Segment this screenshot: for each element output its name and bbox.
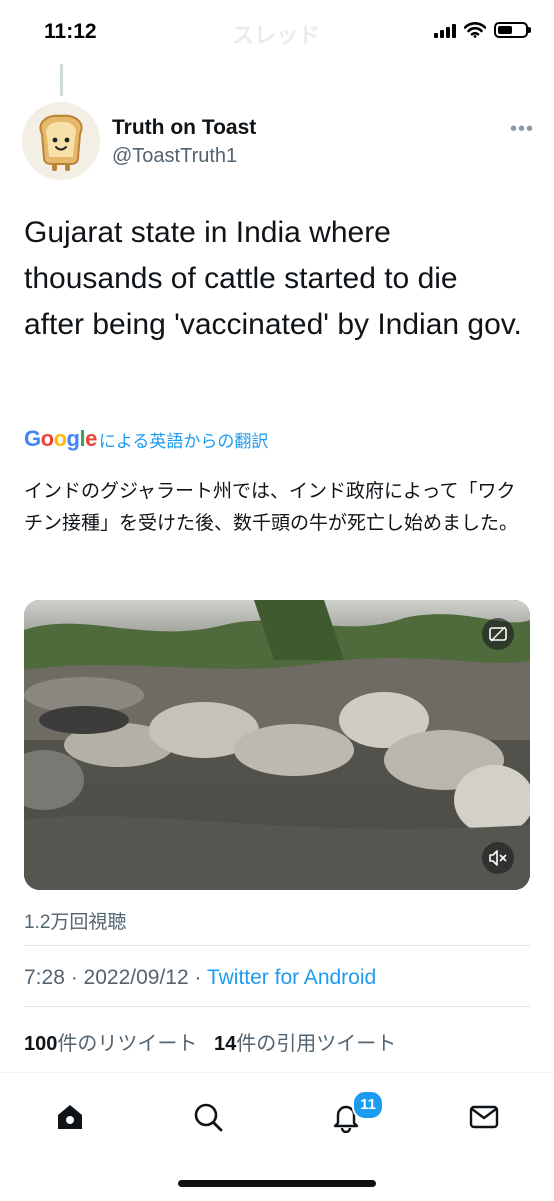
- tweet-timestamp: 7:28 · 2022/09/12 · Twitter for Android: [24, 966, 377, 989]
- tab-home[interactable]: [50, 1097, 90, 1137]
- view-count: 1.2万回視聴: [24, 912, 127, 933]
- battery-icon: [494, 22, 531, 38]
- mute-icon: [489, 850, 507, 866]
- header-title-ghost: スレッド: [232, 23, 321, 48]
- status-icons: [434, 22, 531, 38]
- notification-badge: 11: [352, 1090, 384, 1120]
- retweet-count: 100: [24, 1033, 58, 1055]
- tweet-source-link[interactable]: Twitter for Android: [207, 966, 376, 989]
- divider: [24, 945, 530, 946]
- translated-tweet-text: インドのグジャラート州では、インド政府によって「ワクチン接種」を受けた後、数千頭…: [24, 481, 519, 534]
- tweet-text: Gujarat state in India where thousands o…: [24, 216, 522, 341]
- status-time: 11:12: [44, 20, 97, 43]
- search-icon: [194, 1103, 223, 1132]
- google-logo: Google: [24, 426, 97, 451]
- thread-connector-line: [60, 64, 63, 96]
- video-frame: [24, 600, 530, 890]
- quote-label: 件の引用ツイート: [236, 1033, 397, 1055]
- retweet-label: 件のリツイート: [57, 1033, 198, 1055]
- author-avatar[interactable]: [22, 102, 100, 180]
- quote-count: 14: [214, 1033, 237, 1055]
- retweets-stat[interactable]: 100件のリツイート: [24, 1033, 197, 1055]
- messages-icon: [469, 1105, 499, 1129]
- toast-avatar-icon: [22, 102, 100, 180]
- captions-button[interactable]: [482, 618, 514, 650]
- mute-button[interactable]: [482, 842, 514, 874]
- tweet-date: 2022/09/12: [83, 966, 189, 989]
- wifi-icon: [464, 22, 486, 38]
- tab-search[interactable]: [188, 1097, 228, 1137]
- translation-attribution[interactable]: Google による英語からの翻訳: [24, 426, 268, 452]
- tweet-video[interactable]: [24, 600, 530, 890]
- status-bar: スレッド 11:12: [0, 0, 554, 68]
- tab-messages[interactable]: [464, 1097, 504, 1137]
- home-indicator: [178, 1180, 376, 1187]
- more-options-icon[interactable]: •••: [510, 118, 534, 141]
- author-handle[interactable]: @ToastTruth1: [112, 145, 237, 168]
- author-name[interactable]: Truth on Toast: [112, 116, 256, 140]
- tweet-time: 7:28: [24, 966, 65, 989]
- captions-icon: [489, 626, 507, 642]
- quotes-stat[interactable]: 14件の引用ツイート: [214, 1033, 396, 1055]
- home-icon: [58, 1105, 82, 1129]
- divider: [24, 1006, 530, 1007]
- translation-label: による英語からの翻訳: [98, 431, 269, 451]
- cellular-signal-icon: [434, 22, 456, 38]
- tweet-stats: 100件のリツイート 14件の引用ツイート: [24, 1027, 396, 1056]
